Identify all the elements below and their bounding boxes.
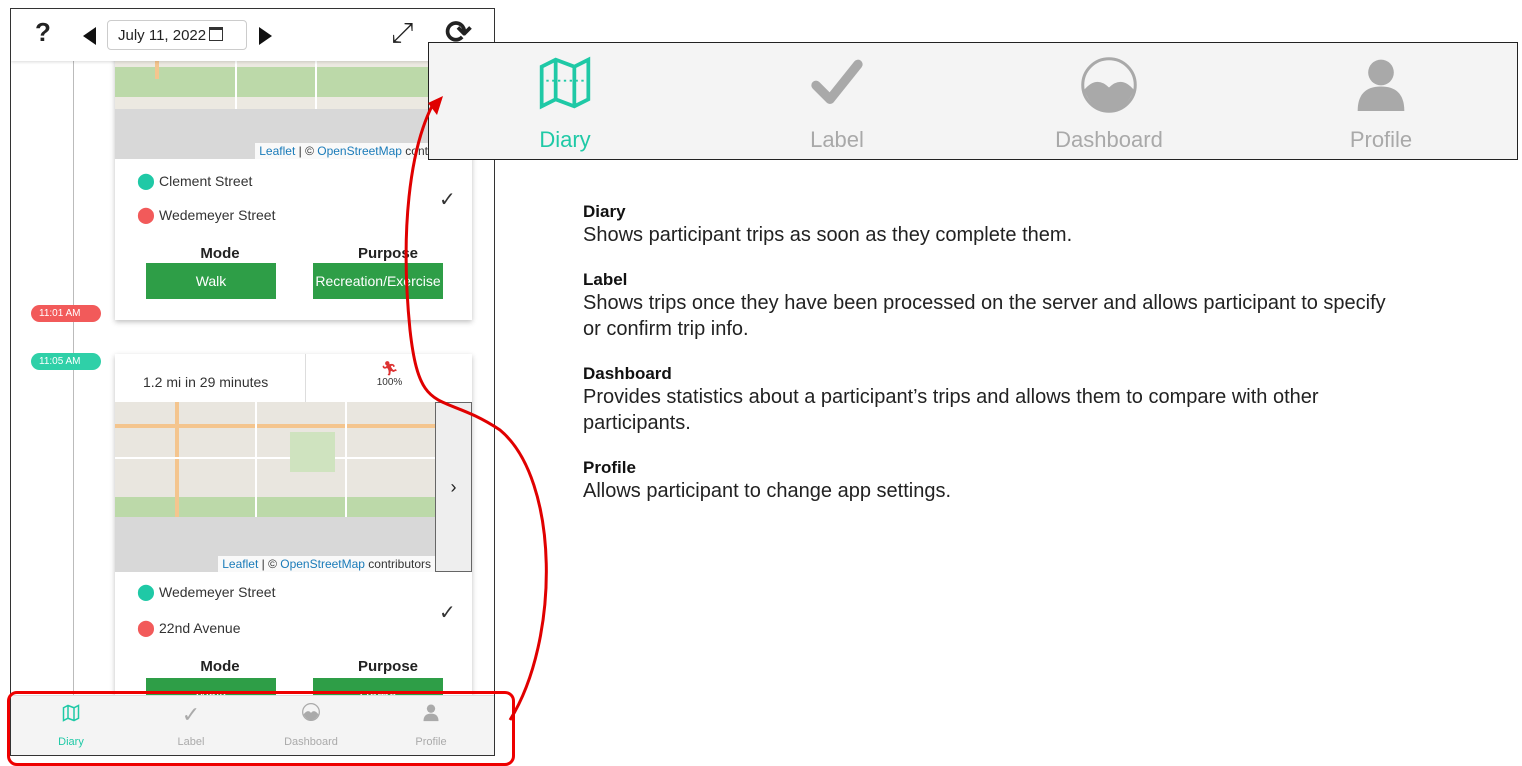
- tab-label: Dashboard: [1055, 127, 1163, 152]
- trip-map[interactable]: Leaflet | © OpenStreetMap contributors: [115, 402, 435, 572]
- purpose-header: Purpose: [357, 658, 418, 675]
- previous-day-button[interactable]: [83, 27, 96, 45]
- confirmed-check-icon[interactable]: ✓: [439, 600, 456, 625]
- mode-header: Mode: [200, 245, 240, 262]
- attribution-tail: contributors: [364, 557, 431, 571]
- start-location: Clement Street: [159, 173, 253, 189]
- check-icon: [701, 55, 973, 116]
- expand-icon[interactable]: ⤢: [391, 17, 413, 50]
- tab-label: Diary: [539, 127, 591, 152]
- trip-detail-button[interactable]: ›: [435, 402, 472, 572]
- date-label: July 11, 2022: [118, 27, 207, 44]
- enlarged-tab-bar: Diary Label Dashboard Profile: [428, 42, 1518, 160]
- attribution-separator: | ©: [258, 557, 281, 571]
- description-title: Profile: [583, 458, 636, 477]
- description-text: Allows participant to change app setting…: [583, 480, 951, 502]
- map-attribution: Leaflet | © OpenStreetMap contributors: [218, 556, 435, 572]
- profile-icon: [1245, 55, 1517, 116]
- tab-label: Profile: [1349, 127, 1413, 152]
- tab-label-tab[interactable]: Label: [701, 43, 973, 159]
- description-diary: Diary Shows participant trips as soon as…: [583, 202, 1443, 248]
- trip-summary: 1.2 mi in 29 minutes: [143, 374, 269, 390]
- description-profile: Profile Allows participant to change app…: [583, 458, 1443, 504]
- timeline-line: [73, 61, 74, 701]
- leaflet-link[interactable]: Leaflet: [259, 144, 295, 158]
- mode-stats: 🏃︎ 100%: [305, 354, 473, 402]
- description-text: Shows participant trips as soon as they …: [583, 224, 1073, 246]
- tab-profile[interactable]: Profile: [1245, 43, 1517, 159]
- attribution-separator: | ©: [295, 144, 318, 158]
- date-picker-button[interactable]: July 11, 2022: [107, 20, 247, 50]
- calendar-icon: [209, 27, 224, 41]
- end-location: Wedemeyer Street: [159, 207, 276, 223]
- description-text: Shows trips once they have been processe…: [583, 292, 1386, 340]
- tab-descriptions: Diary Shows participant trips as soon as…: [583, 202, 1443, 526]
- confirmed-check-icon[interactable]: ✓: [439, 187, 456, 212]
- purpose-header: Purpose: [357, 245, 418, 262]
- end-pin-icon: ⬤: [137, 620, 155, 637]
- dashboard-icon: [973, 55, 1245, 120]
- tab-label: Label: [810, 127, 864, 152]
- end-pin-icon: ⬤: [137, 207, 155, 224]
- osm-link[interactable]: OpenStreetMap: [317, 144, 402, 158]
- trip-card[interactable]: 1.2 mi in 29 minutes 🏃︎ 100% Leaflet | ©…: [115, 354, 472, 714]
- start-pin-icon: ⬤: [137, 173, 155, 190]
- mode-percent: 100%: [376, 377, 403, 388]
- end-location: 22nd Avenue: [159, 620, 241, 636]
- start-location: Wedemeyer Street: [159, 584, 276, 600]
- chevron-right-icon: ›: [450, 477, 457, 497]
- description-label: Label Shows trips once they have been pr…: [583, 270, 1403, 342]
- description-title: Label: [583, 270, 628, 289]
- map-icon: [429, 55, 701, 116]
- osm-link[interactable]: OpenStreetMap: [280, 557, 365, 571]
- walk-icon: 🏃︎: [380, 360, 399, 376]
- tab-diary[interactable]: Diary: [429, 43, 701, 159]
- purpose-button[interactable]: Recreation/Exercise: [313, 263, 443, 299]
- help-button[interactable]: ?: [35, 17, 51, 48]
- mode-button[interactable]: Walk: [146, 263, 276, 299]
- description-title: Dashboard: [583, 364, 672, 383]
- description-title: Diary: [583, 202, 626, 221]
- description-dashboard: Dashboard Provides statistics about a pa…: [583, 364, 1403, 436]
- mode-header: Mode: [200, 658, 240, 675]
- next-day-button[interactable]: [259, 27, 272, 45]
- start-pin-icon: ⬤: [137, 584, 155, 601]
- tab-bar-highlight: [7, 691, 515, 766]
- description-text: Provides statistics about a participant’…: [583, 386, 1319, 434]
- end-time-badge: 11:01 AM: [31, 305, 101, 322]
- phone-screenshot: Leaflet | © OpenStreetMap contributors ⬤…: [10, 8, 495, 756]
- leaflet-link[interactable]: Leaflet: [222, 557, 258, 571]
- app-header: ? July 11, 2022 ⤢ ⟳: [11, 9, 494, 61]
- start-time-badge: 11:05 AM: [31, 353, 101, 370]
- tab-dashboard[interactable]: Dashboard: [973, 43, 1245, 159]
